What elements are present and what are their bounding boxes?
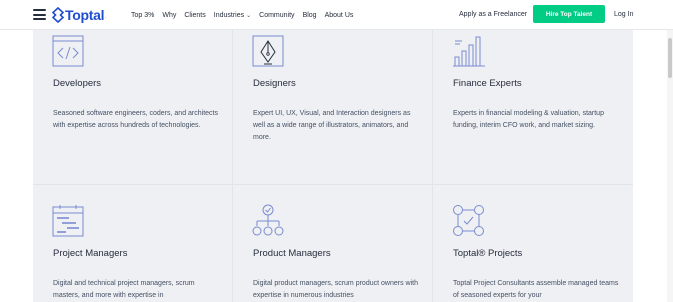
nav-link-blog[interactable]: Blog bbox=[303, 12, 317, 19]
code-window-icon bbox=[52, 35, 84, 67]
nav-link-community[interactable]: Community bbox=[259, 12, 294, 19]
card-project-managers[interactable]: Project Managers Digital and technical p… bbox=[33, 185, 233, 302]
card-description: Experts in financial modeling & valuatio… bbox=[453, 110, 604, 129]
card-developers[interactable]: Developers Seasoned software engineers, … bbox=[33, 30, 233, 185]
card-title: Project Managers bbox=[53, 248, 128, 259]
card-description: Expert UI, UX, Visual, and Interaction d… bbox=[253, 110, 411, 141]
org-chart-icon bbox=[252, 204, 284, 236]
page-scrollbar[interactable] bbox=[667, 30, 673, 302]
chevron-down-icon: ⌄ bbox=[246, 12, 252, 19]
scrollbar-thumb[interactable] bbox=[668, 38, 672, 78]
card-title: Finance Experts bbox=[453, 78, 522, 89]
nav-link-industries[interactable]: Industries ⌄ bbox=[214, 12, 251, 19]
logo-dot: . bbox=[105, 14, 107, 20]
card-toptal-projects[interactable]: Toptal® Projects Toptal Project Consulta… bbox=[433, 185, 633, 302]
card-title: Product Managers bbox=[253, 248, 331, 259]
card-description: Digital and technical project managers, … bbox=[53, 280, 195, 299]
logo-text: Toptal bbox=[65, 7, 105, 23]
top-navigation: Toptal . Top 3% Why Clients Industries ⌄ … bbox=[0, 0, 673, 30]
card-title: Toptal® Projects bbox=[453, 248, 523, 259]
nav-link-about-us[interactable]: About Us bbox=[325, 12, 354, 19]
talent-grid: Developers Seasoned software engineers, … bbox=[33, 30, 633, 302]
toptal-logo[interactable]: Toptal . bbox=[51, 6, 107, 24]
toptal-logo-mark-icon bbox=[51, 6, 65, 24]
bar-chart-icon bbox=[453, 36, 485, 67]
nav-link-industries-label: Industries bbox=[213, 11, 245, 19]
card-finance-experts[interactable]: Finance Experts Experts in financial mod… bbox=[433, 30, 633, 185]
pen-nib-icon bbox=[252, 35, 284, 67]
login-link[interactable]: Log In bbox=[614, 11, 633, 18]
card-title: Developers bbox=[53, 78, 102, 89]
nav-link-clients[interactable]: Clients bbox=[184, 12, 205, 19]
card-designers[interactable]: Designers Expert UI, UX, Visual, and Int… bbox=[233, 30, 433, 185]
apply-freelancer-link[interactable]: Apply as a Freelancer bbox=[459, 11, 527, 18]
card-product-managers[interactable]: Product Managers Digital product manager… bbox=[233, 185, 433, 302]
nav-links: Top 3% Why Clients Industries ⌄ Community… bbox=[131, 0, 361, 30]
card-description: Digital product managers, scrum product … bbox=[253, 280, 418, 299]
card-description: Toptal Project Consultants assemble mana… bbox=[453, 280, 619, 299]
hamburger-menu-icon[interactable] bbox=[33, 9, 46, 20]
nav-link-top3[interactable]: Top 3% bbox=[131, 12, 154, 19]
card-description: Seasoned software engineers, coders, and… bbox=[53, 110, 218, 129]
gantt-chart-icon bbox=[52, 205, 84, 237]
nav-link-why[interactable]: Why bbox=[162, 12, 176, 19]
hire-top-talent-button[interactable]: Hire Top Talent bbox=[533, 5, 605, 23]
card-title: Designers bbox=[253, 78, 296, 89]
team-network-icon bbox=[453, 205, 484, 236]
